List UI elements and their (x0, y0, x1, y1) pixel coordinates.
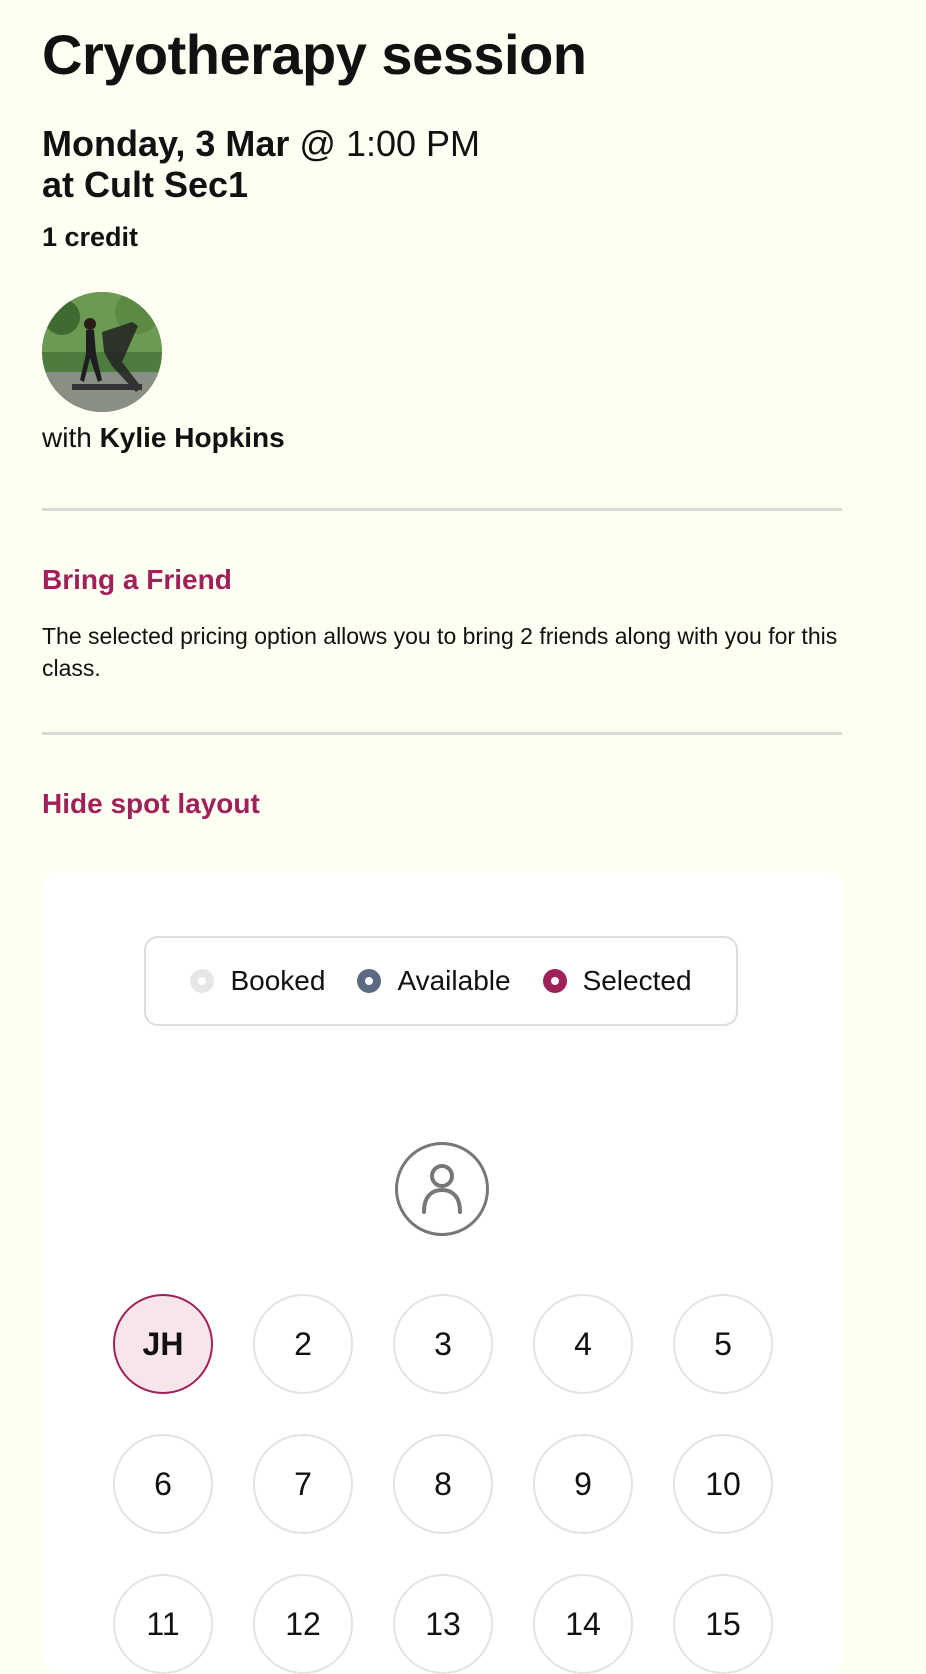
booked-dot-icon (190, 969, 215, 993)
divider (42, 732, 842, 735)
instructor-prefix: with (42, 422, 100, 453)
spot-2[interactable]: 2 (253, 1294, 353, 1394)
spot-layout-card: Booked Available Selected JH 2 3 4 5 6 7 8 9 10 11… (42, 872, 842, 1674)
legend-available: Available (357, 965, 511, 997)
spot-7[interactable]: 7 (253, 1434, 353, 1534)
hide-spot-layout-link[interactable]: Hide spot layout (42, 788, 260, 820)
spot-JH[interactable]: JH (113, 1294, 213, 1394)
spot-legend: Booked Available Selected (144, 936, 738, 1026)
spot-10[interactable]: 10 (673, 1434, 773, 1534)
at-symbol: @ (289, 123, 346, 164)
session-time: 1:00 PM (345, 123, 481, 164)
spot-14[interactable]: 14 (533, 1574, 633, 1674)
spot-3[interactable]: 3 (393, 1294, 493, 1394)
selected-dot-icon (542, 969, 567, 993)
spot-13[interactable]: 13 (393, 1574, 493, 1674)
bring-friend-title: Bring a Friend (42, 564, 232, 595)
spot-9[interactable]: 9 (533, 1434, 633, 1534)
instructor-position-icon (395, 1142, 489, 1236)
divider (42, 508, 842, 511)
session-location: at Cult Sec1 (42, 164, 249, 205)
session-datetime: Monday, 3 Mar @ 1:00 PM (42, 124, 480, 164)
spot-12[interactable]: 12 (253, 1574, 353, 1674)
legend-booked: Booked (190, 965, 325, 997)
legend-selected-label: Selected (582, 965, 692, 996)
available-dot-icon (357, 969, 382, 993)
instructor-name: Kylie Hopkins (99, 422, 285, 453)
instructor-line: with Kylie Hopkins (42, 422, 285, 454)
instructor-avatar (42, 292, 162, 412)
session-date: Monday, 3 Mar (42, 123, 290, 164)
session-credits: 1 credit (42, 222, 139, 252)
legend-booked-label: Booked (230, 965, 326, 996)
spot-5[interactable]: 5 (673, 1294, 773, 1394)
bring-friend-description: The selected pricing option allows you t… (42, 623, 838, 681)
spot-6[interactable]: 6 (113, 1434, 213, 1534)
instructor-photo-icon (42, 292, 162, 412)
legend-selected: Selected (542, 965, 692, 997)
page-title: Cryotherapy session (42, 23, 587, 86)
legend-available-label: Available (397, 965, 511, 996)
person-icon (422, 1164, 462, 1214)
spot-8[interactable]: 8 (393, 1434, 493, 1534)
spot-11[interactable]: 11 (113, 1574, 213, 1674)
spot-4[interactable]: 4 (533, 1294, 633, 1394)
spot-15[interactable]: 15 (673, 1574, 773, 1674)
